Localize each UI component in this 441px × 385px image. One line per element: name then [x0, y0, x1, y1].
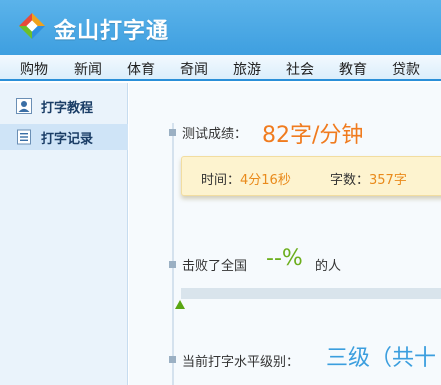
count-value: 357字: [369, 173, 407, 188]
timeline-bullet: [169, 261, 176, 268]
sidebar-item-tutorial[interactable]: 打字教程: [0, 93, 128, 119]
sidebar-item-label: 打字记录: [41, 132, 94, 147]
nav-item-education[interactable]: 教育: [339, 59, 367, 79]
progress-marker-icon: [175, 300, 185, 309]
timeline-bullet: [169, 129, 176, 136]
nav-item-news[interactable]: 新闻: [74, 59, 102, 79]
record-list-icon: [17, 129, 31, 145]
score-value: 82字/分钟: [262, 123, 364, 148]
nav-item-shopping[interactable]: 购物: [20, 59, 48, 79]
app-header: 金山打字通: [0, 0, 441, 55]
count-stat: 字数：357字: [330, 169, 407, 188]
beat-suffix: 的人: [315, 259, 342, 274]
nav-item-society[interactable]: 社会: [286, 59, 314, 79]
nav-item-travel[interactable]: 旅游: [233, 59, 261, 79]
timeline-line: [172, 123, 174, 385]
timeline-bullet: [169, 356, 176, 363]
nav-item-loans[interactable]: 贷款: [392, 59, 420, 79]
sidebar-item-records[interactable]: 打字记录: [0, 124, 128, 150]
time-stat: 时间：4分16秒: [201, 169, 291, 188]
level-value: 三级（共十: [326, 346, 437, 371]
level-label: 当前打字水平级别：: [182, 355, 300, 370]
sidebar: 打字教程 打字记录: [0, 83, 128, 385]
nav-item-sports[interactable]: 体育: [127, 59, 155, 79]
app-logo-icon: [19, 13, 45, 39]
app-title: 金山打字通: [54, 19, 170, 44]
beat-progress-bar: [181, 288, 441, 299]
score-label: 测试成绩：: [182, 127, 248, 142]
time-label: 时间：: [201, 173, 241, 188]
count-label: 字数：: [330, 173, 370, 188]
user-icon: [16, 98, 32, 114]
sidebar-item-label: 打字教程: [41, 101, 94, 116]
beat-label: 击败了全国: [182, 259, 248, 274]
beat-percent-value: --%: [266, 246, 303, 271]
category-nav: 购物 新闻 体育 奇闻 旅游 社会 教育 贷款: [0, 55, 441, 81]
result-panel: 测试成绩： 82字/分钟 时间：4分16秒 字数：357字 击败了全国 --% …: [129, 83, 441, 385]
time-value: 4分16秒: [240, 173, 291, 188]
stats-box: 时间：4分16秒 字数：357字: [181, 156, 441, 196]
nav-item-oddities[interactable]: 奇闻: [180, 59, 208, 79]
